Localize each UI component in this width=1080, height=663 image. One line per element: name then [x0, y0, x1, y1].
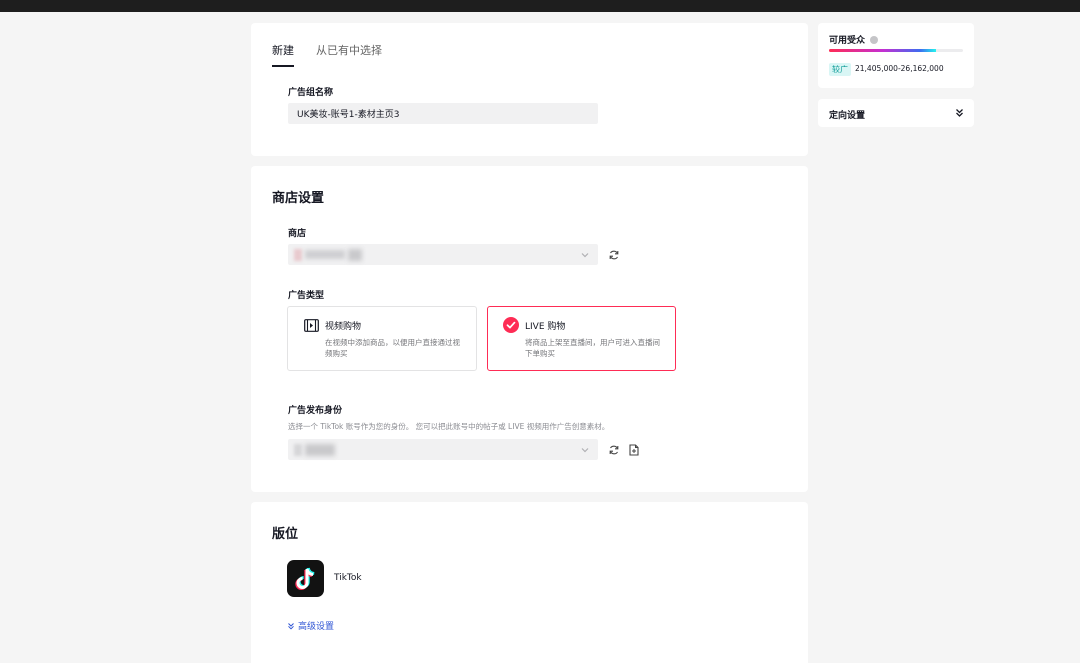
- shop-settings-title: 商店设置: [272, 191, 325, 206]
- adgroup-name-label: 广告组名称: [288, 88, 334, 98]
- adgroup-tabs: 新建 从已有中选择: [272, 42, 382, 67]
- ad-type-label: 广告类型: [288, 291, 325, 301]
- shop-settings-card: 商店设置 商店 广告类型 视频购物 在视频中添加商品，以便用户直接通过视频购买: [251, 166, 808, 492]
- video-shopping-icon: [304, 319, 319, 332]
- info-icon[interactable]: [870, 35, 879, 44]
- targeting-title: 定向设置: [829, 111, 866, 121]
- adgroup-name-input[interactable]: UK美妆-账号1-素材主页3: [288, 103, 598, 124]
- adgroup-name-value: UK美妆-账号1-素材主页3: [297, 110, 400, 120]
- identity-value-redacted: [294, 443, 335, 456]
- refresh-icon[interactable]: [608, 444, 620, 456]
- identity-helper-text: 选择一个 TikTok 账号作为您的身份。 您可以把此账号中的帖子或 LIVE …: [288, 422, 610, 431]
- ad-type-video-shopping[interactable]: 视频购物 在视频中添加商品，以便用户直接通过视频购买: [287, 306, 477, 371]
- window-top-bar: [0, 0, 1080, 12]
- tiktok-logo-icon[interactable]: [287, 560, 324, 597]
- chevron-down-icon: [581, 252, 589, 257]
- advanced-settings-label: 高级设置: [298, 622, 335, 632]
- video-shopping-title: 视频购物: [325, 322, 362, 332]
- double-chevron-down-icon: [288, 622, 294, 630]
- audience-size-bar: [829, 49, 963, 52]
- shop-select[interactable]: [288, 244, 598, 265]
- live-shopping-title: LIVE 购物: [525, 322, 566, 332]
- video-shopping-desc: 在视频中添加商品，以便用户直接通过视频购买: [325, 338, 460, 358]
- refresh-icon[interactable]: [608, 249, 620, 261]
- audience-card: 可用受众 较广 21,405,000-26,162,000: [818, 23, 974, 88]
- shop-label: 商店: [288, 229, 307, 239]
- identity-select[interactable]: [288, 439, 598, 460]
- placement-title: 版位: [272, 527, 299, 542]
- tab-select-existing[interactable]: 从已有中选择: [316, 42, 382, 67]
- placement-name: TikTok: [334, 573, 362, 583]
- audience-title-text: 可用受众: [829, 36, 866, 46]
- identity-label: 广告发布身份: [288, 406, 343, 416]
- add-document-icon[interactable]: [628, 444, 640, 456]
- double-chevron-down-icon: [956, 109, 963, 117]
- targeting-settings-card[interactable]: 定向设置: [818, 99, 974, 127]
- tab-new[interactable]: 新建: [272, 42, 294, 67]
- advanced-settings-link[interactable]: 高级设置: [287, 619, 334, 632]
- check-icon: [503, 317, 519, 333]
- audience-title: 可用受众: [829, 33, 879, 46]
- chevron-down-icon: [581, 447, 589, 452]
- live-shopping-desc: 将商品上架至直播间，用户可进入直播间下单购买: [525, 338, 660, 358]
- adgroup-name-card: 新建 从已有中选择 广告组名称 UK美妆-账号1-素材主页3: [251, 23, 808, 156]
- ad-type-live-shopping[interactable]: LIVE 购物 将商品上架至直播间，用户可进入直播间下单购买: [487, 306, 676, 371]
- audience-range: 21,405,000-26,162,000: [855, 64, 944, 73]
- audience-size-fill: [829, 49, 937, 52]
- shop-value-redacted: [294, 248, 362, 261]
- placement-card: 版位 TikTok 高级设置: [251, 502, 808, 663]
- audience-breadth-tag: 较广: [829, 63, 851, 76]
